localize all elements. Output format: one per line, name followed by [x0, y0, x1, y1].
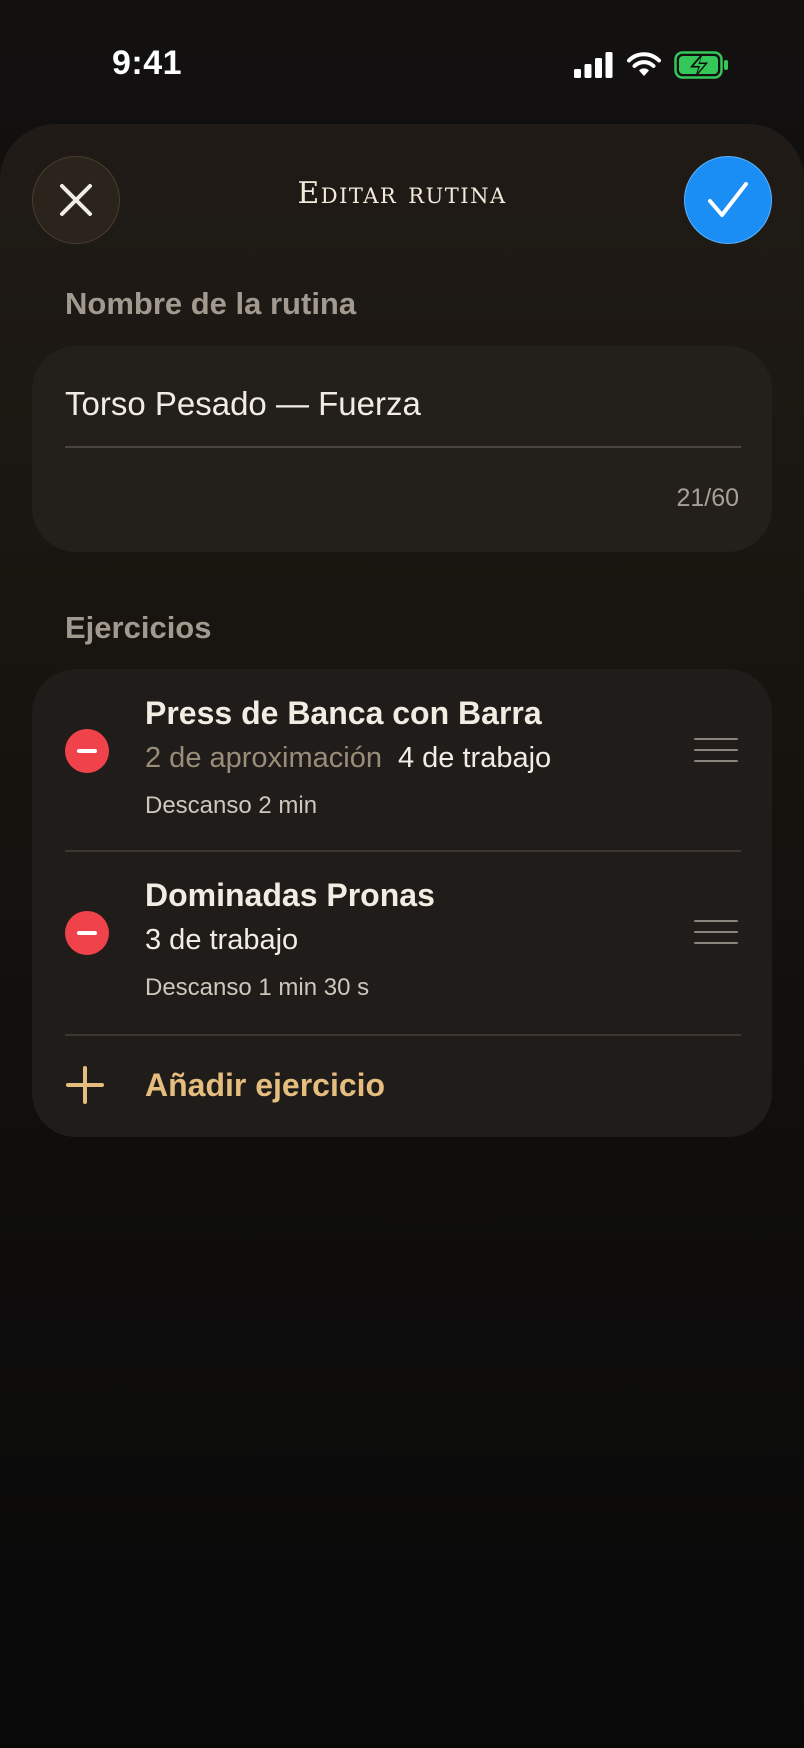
battery-charging-icon [674, 51, 728, 79]
remove-exercise-button[interactable] [65, 911, 109, 955]
checkmark-icon [708, 182, 748, 217]
work-sets: 3 de trabajo [145, 924, 299, 956]
name-input-underline [65, 446, 741, 448]
exercise-sets: 2 de aproximación 4 de trabajo [145, 742, 551, 775]
exercise-row[interactable]: Press de Banca con Barra 2 de aproximaci… [32, 669, 772, 851]
char-count: 21/60 [676, 484, 739, 512]
confirm-button[interactable] [684, 156, 772, 244]
exercise-rest: Descanso 2 min [145, 792, 318, 819]
status-time: 9:41 [112, 44, 183, 82]
remove-icon [77, 931, 97, 935]
warmup-sets: 2 de aproximación [145, 742, 382, 774]
wifi-icon [627, 52, 661, 76]
add-exercise-button[interactable]: Añadir ejercicio [32, 1037, 772, 1137]
routine-name-card: 21/60 [32, 346, 772, 552]
remove-icon [77, 749, 97, 753]
status-icons [574, 48, 730, 82]
plus-icon [66, 1066, 104, 1104]
divider [65, 1034, 741, 1036]
exercise-row[interactable]: Dominadas Pronas 3 de trabajo Descanso 1… [32, 852, 772, 1034]
exercises-card: Press de Banca con Barra 2 de aproximaci… [32, 669, 772, 1137]
edit-routine-sheet: Editar rutina Nombre de la rutina 21/60 … [0, 124, 804, 1748]
exercise-name: Press de Banca con Barra [145, 695, 542, 731]
status-bar: 9:41 [0, 0, 804, 120]
drag-handle-icon[interactable] [694, 738, 738, 762]
routine-name-label: Nombre de la rutina [65, 286, 357, 321]
routine-name-input[interactable] [65, 376, 741, 432]
signal-icon [574, 52, 613, 78]
exercise-sets: 3 de trabajo [145, 924, 298, 957]
add-exercise-label: Añadir ejercicio [145, 1067, 386, 1103]
work-sets: 4 de trabajo [397, 742, 552, 774]
drag-handle-icon[interactable] [694, 920, 738, 944]
exercises-label: Ejercicios [65, 610, 212, 645]
exercise-name: Dominadas Pronas [145, 877, 435, 913]
screen: 9:41 Editar rutina Nombre de la rutina T… [0, 0, 804, 1748]
exercise-rest: Descanso 1 min 30 s [145, 974, 370, 1001]
remove-exercise-button[interactable] [65, 729, 109, 773]
